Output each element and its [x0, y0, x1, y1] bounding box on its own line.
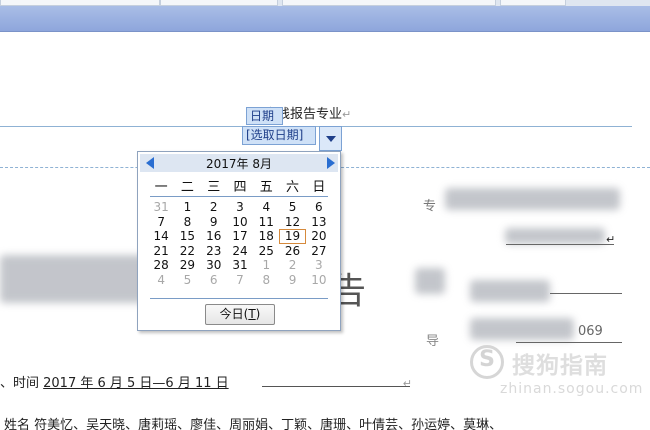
calendar-day[interactable]: 24 [227, 244, 253, 259]
calendar-day[interactable]: 16 [201, 229, 227, 244]
calendar-day[interactable]: 6 [306, 200, 332, 215]
watermark-text: 搜狗指南 [512, 353, 608, 379]
calendar-weekday-header: 一二三四五六日 [148, 176, 332, 195]
calendar-day[interactable]: 5 [279, 200, 305, 215]
document-text-fragment: 专 [423, 199, 437, 214]
calendar-day[interactable]: 3 [306, 258, 332, 273]
calendar-day[interactable]: 2 [279, 258, 305, 273]
sogou-watermark: 搜狗指南 zhinan.sogou.com [470, 345, 644, 400]
calendar-day[interactable]: 1 [174, 200, 200, 215]
calendar-day[interactable]: 5 [174, 273, 200, 288]
date-picker-field[interactable]: [选取日期] [242, 126, 316, 145]
redacted-text-block [470, 280, 550, 302]
calendar-day[interactable]: 7 [148, 215, 174, 230]
calendar-day[interactable]: 31 [148, 200, 174, 215]
document-names-line: 姓名 符美忆、吴天晓、唐莉瑶、廖佳、周丽娟、丁颖、唐珊、叶倩芸、孙运婷、莫琳、 [4, 418, 503, 430]
calendar-day[interactable]: 13 [306, 215, 332, 230]
sogou-logo-icon [470, 345, 504, 379]
redacted-text-block [505, 228, 605, 244]
calendar-day[interactable]: 30 [201, 258, 227, 273]
calendar-day[interactable]: 8 [253, 273, 279, 288]
calendar-day[interactable]: 28 [148, 258, 174, 273]
calendar-day-grid: 31 1 2 3 4 5 6 7 8 9 10 11 12 13 14 15 16 17 18 19 20 21 22 23 2… [148, 200, 332, 287]
calendar-day[interactable]: 8 [174, 215, 200, 230]
calendar-day[interactable]: 3 [227, 200, 253, 215]
calendar-day[interactable]: 20 [306, 229, 332, 244]
calendar-separator [150, 196, 328, 197]
calendar-popup: 2017年 8月 一二三四五六日 31 1 2 3 4 5 6 7 8 9 10 11 12 13 14 15… [137, 151, 341, 331]
date-line-prefix: 、时间 [0, 376, 44, 391]
weekday-label: 日 [312, 180, 326, 195]
watermark-url: zhinan.sogou.com [500, 381, 644, 397]
redacted-text-block [445, 188, 620, 210]
calendar-day[interactable]: 29 [174, 258, 200, 273]
today-button[interactable]: 今日(T) [205, 304, 275, 325]
redacted-text-block [415, 268, 445, 294]
calendar-day[interactable]: 31 [227, 258, 253, 273]
weekday-label: 六 [286, 180, 300, 195]
calendar-day[interactable]: 27 [306, 244, 332, 259]
calendar-day[interactable]: 9 [201, 215, 227, 230]
calendar-day[interactable]: 10 [227, 215, 253, 230]
calendar-day[interactable]: 4 [253, 200, 279, 215]
calendar-header: 2017年 8月 [140, 154, 338, 172]
redacted-text-block [470, 318, 574, 340]
calendar-day[interactable]: 1 [253, 258, 279, 273]
calendar-day[interactable]: 10 [306, 273, 332, 288]
calendar-separator [150, 298, 328, 299]
calendar-day[interactable]: 2 [201, 200, 227, 215]
calendar-day[interactable]: 22 [174, 244, 200, 259]
fill-in-underline [506, 244, 614, 245]
fill-in-underline [516, 342, 622, 343]
weekday-label: 三 [207, 180, 221, 195]
calendar-day[interactable]: 9 [279, 273, 305, 288]
calendar-day[interactable]: 12 [279, 215, 305, 230]
calendar-day[interactable]: 11 [253, 215, 279, 230]
calendar-day[interactable]: 18 [253, 229, 279, 244]
calendar-day[interactable]: 25 [253, 244, 279, 259]
header-separator-line [0, 126, 632, 127]
ribbon-toolbar [0, 6, 650, 32]
weekday-label: 二 [180, 180, 194, 195]
calendar-day[interactable]: 7 [227, 273, 253, 288]
calendar-day-today[interactable]: 19 [279, 229, 306, 244]
calendar-day[interactable]: 17 [227, 229, 253, 244]
next-month-arrow-icon[interactable] [327, 157, 335, 169]
calendar-day[interactable]: 6 [201, 273, 227, 288]
document-date-line: 、时间 2017 年 6 月 5 日—6 月 11 日 ↵ [0, 376, 412, 391]
date-underline-extension [262, 386, 410, 387]
previous-month-arrow-icon[interactable] [146, 157, 154, 169]
calendar-day[interactable]: 14 [148, 229, 174, 244]
calendar-day[interactable]: 26 [279, 244, 305, 259]
date-line-value: 2017 年 6 月 5 日—6 月 11 日 [43, 376, 229, 391]
document-text-fragment: 导 [426, 334, 440, 349]
calendar-day[interactable]: 21 [148, 244, 174, 259]
calendar-day[interactable]: 4 [148, 273, 174, 288]
document-text-fragment: 069 [578, 324, 603, 339]
date-picker-dropdown-arrow-icon[interactable] [319, 126, 342, 151]
calendar-month-title: 2017年 8月 [206, 157, 272, 171]
weekday-label: 五 [259, 180, 273, 195]
weekday-label: 一 [154, 180, 168, 195]
calendar-day[interactable]: 23 [201, 244, 227, 259]
content-control-tag[interactable]: 日期 [246, 107, 283, 125]
fill-in-underline [550, 293, 622, 294]
calendar-day[interactable]: 15 [174, 229, 200, 244]
weekday-label: 四 [233, 180, 247, 195]
